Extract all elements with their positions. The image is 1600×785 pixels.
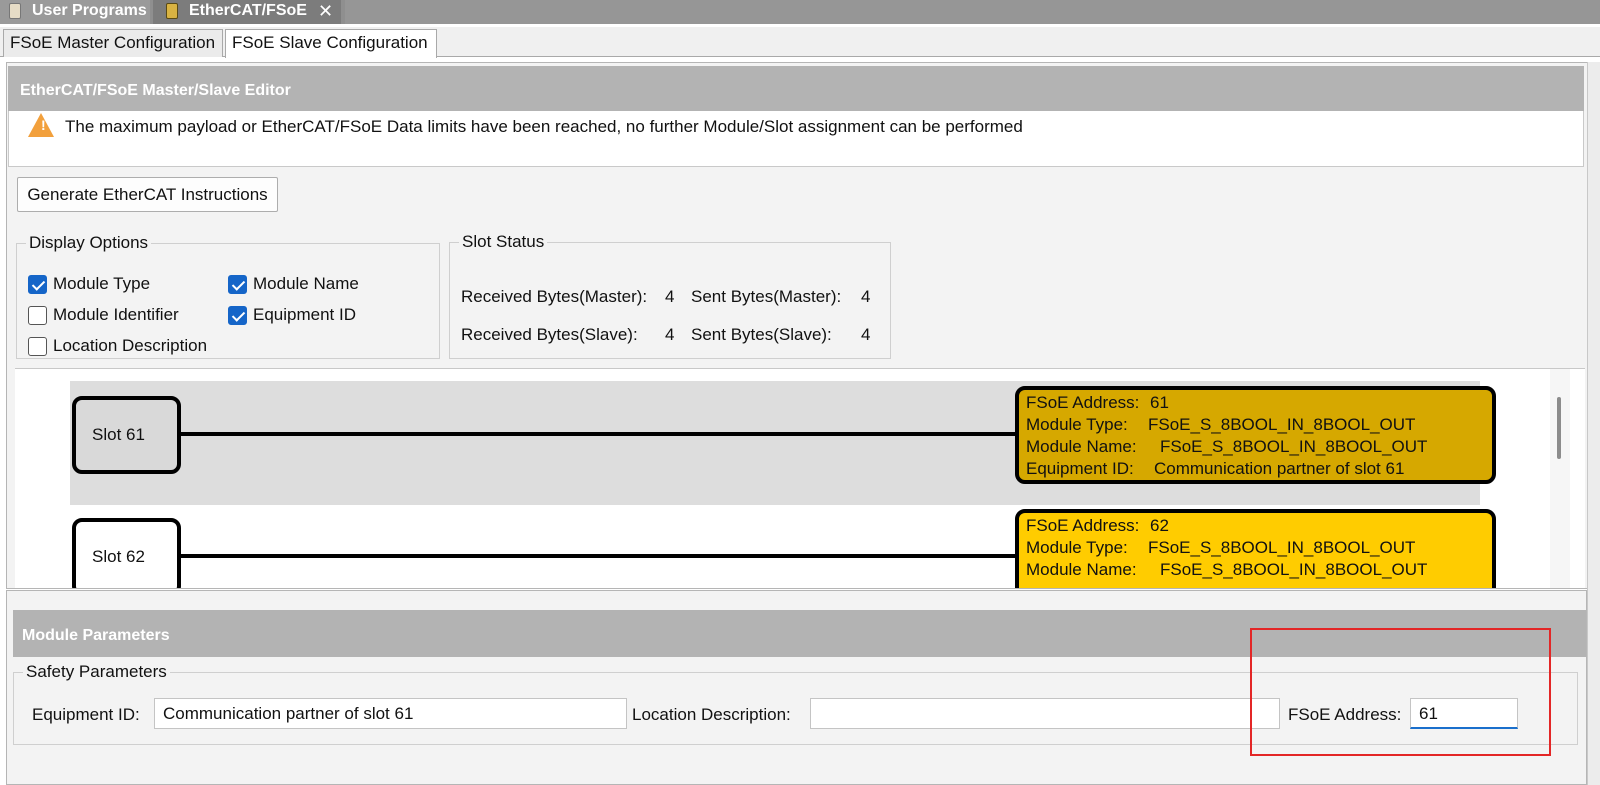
- slot-61-module-type-label: Module Type:: [1026, 415, 1128, 434]
- slot-62-module-type: FSoE_S_8BOOL_IN_8BOOL_OUT: [1148, 538, 1416, 557]
- received-bytes-slave-value: 4: [665, 325, 675, 344]
- slot-62-address: 62: [1150, 516, 1169, 535]
- warning-icon-mark: !: [41, 117, 46, 133]
- slot-62-module-type-row: Module Type: FSoE_S_8BOOL_IN_8BOOL_OUT: [1026, 537, 1492, 559]
- configuration-tab-bar: FSoE Master Configuration FSoE Slave Con…: [0, 27, 1600, 58]
- checkbox-location-description[interactable]: Location Description: [28, 336, 207, 356]
- highlight-annotation-frame: [1250, 628, 1551, 756]
- checkbox-module-type-box[interactable]: [28, 274, 47, 294]
- ethercat-icon: [166, 3, 178, 19]
- canvas-vertical-scrollbar[interactable]: [1550, 369, 1570, 588]
- close-icon[interactable]: ✕: [318, 0, 333, 22]
- received-bytes-master-value: 4: [665, 287, 675, 306]
- sent-bytes-master-value: 4: [861, 287, 871, 306]
- program-icon: [9, 3, 21, 19]
- checkbox-equipment-id[interactable]: Equipment ID: [228, 305, 356, 325]
- slot-61-module-type: FSoE_S_8BOOL_IN_8BOOL_OUT: [1148, 415, 1416, 434]
- checkbox-location-description-box[interactable]: [28, 336, 47, 356]
- slot-62-address-row: FSoE Address: 62: [1026, 515, 1492, 537]
- tab-fsoe-slave-configuration[interactable]: FSoE Slave Configuration: [225, 29, 437, 58]
- slot-62-module-name-row: Module Name: FSoE_S_8BOOL_IN_8BOOL_OUT: [1026, 559, 1492, 581]
- sent-bytes-master-label: Sent Bytes(Master):: [691, 287, 842, 306]
- slot-status-group: Slot Status Received Bytes(Master): 4 Se…: [449, 232, 891, 359]
- tab-user-programs-label: User Programs: [32, 2, 147, 19]
- checkbox-module-name[interactable]: Module Name: [228, 274, 359, 294]
- checkbox-module-identifier-label: Module Identifier: [53, 305, 179, 324]
- equipment-id-label: Equipment ID:: [32, 705, 140, 724]
- received-bytes-slave-label: Received Bytes(Slave):: [461, 325, 638, 344]
- slot-62-connector: [181, 554, 1033, 558]
- tab-ethercat-fsoe-label: EtherCAT/FSoE: [189, 2, 307, 19]
- checkbox-module-type-label: Module Type: [53, 274, 151, 293]
- tab-fsoe-master-configuration[interactable]: FSoE Master Configuration: [3, 29, 223, 57]
- slot-62-box[interactable]: Slot 62: [72, 518, 181, 588]
- slot-61-module-type-row: Module Type: FSoE_S_8BOOL_IN_8BOOL_OUT: [1026, 414, 1492, 436]
- slot-61-address: 61: [1150, 393, 1169, 412]
- slot-62-module-name-label: Module Name:: [1026, 560, 1137, 579]
- received-bytes-master-label: Received Bytes(Master):: [461, 287, 648, 306]
- generate-ethercat-instructions-button[interactable]: Generate EtherCAT Instructions: [17, 177, 278, 212]
- slot-61-module-name: FSoE_S_8BOOL_IN_8BOOL_OUT: [1160, 437, 1428, 456]
- tab-bar-fill: [345, 0, 1600, 24]
- tab-user-programs[interactable]: User Programs: [0, 0, 150, 24]
- location-description-input[interactable]: [810, 698, 1280, 729]
- display-options-group: Display Options Module Type Module Name …: [16, 233, 440, 359]
- warning-message: The maximum payload or EtherCAT/FSoE Dat…: [65, 117, 1023, 136]
- slot-61-address-row: FSoE Address: 61: [1026, 392, 1492, 414]
- checkbox-module-type[interactable]: Module Type: [28, 274, 150, 294]
- slot-61-address-label: FSoE Address:: [1026, 393, 1140, 412]
- editor-tab-bar: User Programs EtherCAT/FSoE ✕: [0, 0, 1600, 24]
- slot-61-connector: [181, 432, 1033, 436]
- equipment-id-input[interactable]: Communication partner of slot 61: [154, 698, 627, 729]
- warning-bar: ! The maximum payload or EtherCAT/FSoE D…: [8, 111, 1584, 167]
- slot-61-equipment-label: Equipment ID:: [1026, 459, 1134, 478]
- location-description-label: Location Description:: [632, 705, 791, 724]
- slot-61-equipment-row: Equipment ID: Communication partner of sl…: [1026, 458, 1492, 480]
- display-options-legend: Display Options: [29, 233, 149, 252]
- slot-62-module-name: FSoE_S_8BOOL_IN_8BOOL_OUT: [1160, 560, 1428, 579]
- checkbox-module-identifier[interactable]: Module Identifier: [28, 305, 179, 325]
- editor-vertical-scrollbar[interactable]: [1587, 62, 1600, 785]
- slot-61-equipment: Communication partner of slot 61: [1154, 459, 1405, 478]
- slot-status-legend: Slot Status: [462, 232, 545, 251]
- canvas-scrollbar-thumb[interactable]: [1557, 397, 1561, 459]
- slot-diagram-canvas[interactable]: Slot 61 FSoE Address: 61 Module Type: FSoE…: [15, 368, 1585, 588]
- checkbox-module-name-label: Module Name: [253, 274, 359, 293]
- slot-62-module-type-label: Module Type:: [1026, 538, 1128, 557]
- sent-bytes-slave-value: 4: [861, 325, 871, 344]
- checkbox-location-description-label: Location Description: [53, 336, 208, 355]
- slot-61-module-name-row: Module Name: FSoE_S_8BOOL_IN_8BOOL_OUT: [1026, 436, 1492, 458]
- tab-ethercat-fsoe[interactable]: EtherCAT/FSoE ✕: [153, 0, 341, 24]
- safety-parameters-legend: Safety Parameters: [26, 662, 167, 681]
- slot-61-box[interactable]: Slot 61: [72, 396, 181, 474]
- checkbox-module-identifier-box[interactable]: [28, 305, 47, 325]
- slot-61-module[interactable]: FSoE Address: 61 Module Type: FSoE_S_8BOOL…: [1015, 386, 1496, 484]
- editor-title: EtherCAT/FSoE Master/Slave Editor: [8, 66, 1584, 111]
- slot-62-address-label: FSoE Address:: [1026, 516, 1140, 535]
- sent-bytes-slave-label: Sent Bytes(Slave):: [691, 325, 832, 344]
- checkbox-equipment-id-box[interactable]: [228, 305, 247, 325]
- checkbox-module-name-box[interactable]: [228, 274, 247, 294]
- checkbox-equipment-id-label: Equipment ID: [253, 305, 356, 324]
- slot-62-module[interactable]: FSoE Address: 62 Module Type: FSoE_S_8BOOL…: [1015, 509, 1496, 588]
- slot-61-module-name-label: Module Name:: [1026, 437, 1137, 456]
